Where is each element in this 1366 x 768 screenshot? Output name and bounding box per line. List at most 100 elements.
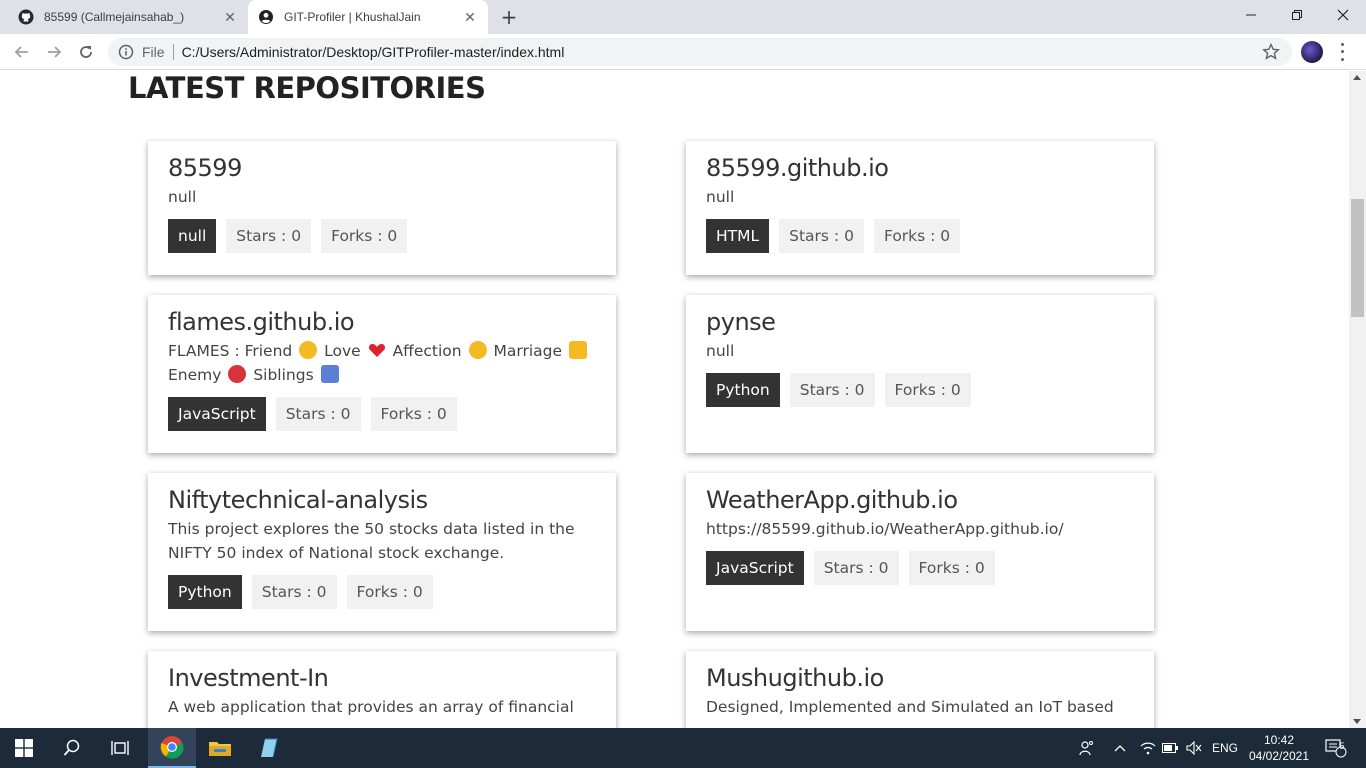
volume-muted-icon[interactable] bbox=[1186, 728, 1204, 768]
task-view-button[interactable] bbox=[96, 728, 144, 768]
page-scrollbar[interactable] bbox=[1349, 71, 1366, 728]
forward-button[interactable] bbox=[42, 40, 66, 64]
tab-github-profile[interactable]: 85599 (Callmejainsahab_) ✕ bbox=[8, 0, 248, 34]
repo-tags: HTML Stars : 0 Forks : 0 bbox=[706, 219, 1134, 253]
browser-menu-icon[interactable] bbox=[1338, 41, 1346, 63]
repo-name[interactable]: pynse bbox=[706, 307, 1134, 337]
scroll-down-icon[interactable] bbox=[1353, 719, 1361, 724]
repo-tags: JavaScript Stars : 0 Forks : 0 bbox=[706, 551, 1134, 585]
arrow-left-icon bbox=[14, 46, 28, 58]
search-icon bbox=[63, 739, 80, 756]
wifi-icon bbox=[1140, 742, 1156, 755]
back-button[interactable] bbox=[10, 40, 34, 64]
search-button[interactable] bbox=[48, 728, 96, 768]
folder-icon bbox=[209, 742, 231, 756]
forks-badge: Forks : 0 bbox=[884, 373, 971, 407]
repo-card[interactable]: Mushugithub.io Designed, Implemented and… bbox=[686, 651, 1154, 728]
url-text[interactable]: C:/Users/Administrator/Desktop/GITProfil… bbox=[182, 44, 565, 60]
scroll-up-icon[interactable] bbox=[1353, 75, 1361, 80]
language-badge: Python bbox=[168, 575, 242, 609]
reload-button[interactable] bbox=[74, 40, 98, 64]
desc-friend: FLAMES : Friend bbox=[168, 342, 293, 360]
family-emoji-icon bbox=[320, 365, 339, 383]
minimize-icon bbox=[1246, 14, 1256, 16]
repo-card[interactable]: Investment-In A web application that pro… bbox=[148, 651, 616, 728]
repo-card[interactable]: WeatherApp.github.io https://85599.githu… bbox=[686, 473, 1154, 631]
repo-tags: Python Stars : 0 Forks : 0 bbox=[706, 373, 1134, 407]
repo-card[interactable]: flames.github.io FLAMES : Friend Love Af… bbox=[148, 295, 616, 453]
chevron-up-icon bbox=[1114, 745, 1126, 752]
input-language[interactable]: ENG bbox=[1212, 728, 1240, 768]
separator bbox=[172, 44, 174, 60]
notepad-icon bbox=[261, 738, 278, 758]
repo-tags: Python Stars : 0 Forks : 0 bbox=[168, 575, 596, 609]
repo-description: A web application that provides an array… bbox=[168, 698, 574, 716]
repo-description: This project explores the 50 stocks data… bbox=[168, 520, 575, 562]
close-icon bbox=[1337, 9, 1349, 21]
address-bar[interactable]: File C:/Users/Administrator/Desktop/GITP… bbox=[108, 38, 1292, 66]
kissing-face-emoji-icon bbox=[468, 341, 487, 359]
tab-title: GIT-Profiler | KhushalJain bbox=[284, 10, 421, 24]
task-view-icon bbox=[111, 741, 129, 755]
close-window-button[interactable] bbox=[1320, 0, 1366, 30]
browser-toolbar: File C:/Users/Administrator/Desktop/GITP… bbox=[0, 34, 1366, 70]
minimize-button[interactable] bbox=[1228, 0, 1274, 30]
restore-icon bbox=[1292, 10, 1302, 20]
chrome-icon bbox=[160, 736, 184, 759]
repo-name[interactable]: flames.github.io bbox=[168, 307, 596, 337]
taskbar-file-explorer[interactable] bbox=[196, 728, 244, 768]
action-center-button[interactable]: 5 bbox=[1322, 728, 1350, 768]
stars-badge: Stars : 0 bbox=[779, 219, 864, 253]
language-badge: null bbox=[168, 219, 217, 253]
repo-name[interactable]: Niftytechnical-analysis bbox=[168, 485, 596, 515]
repo-tags: JavaScript Stars : 0 Forks : 0 bbox=[168, 397, 596, 431]
language-badge: JavaScript bbox=[706, 551, 804, 585]
network-icon[interactable] bbox=[1140, 728, 1158, 768]
windows-taskbar: ENG 10:42 04/02/2021 5 bbox=[0, 728, 1366, 768]
forks-badge: Forks : 0 bbox=[346, 575, 433, 609]
close-tab-icon[interactable]: ✕ bbox=[222, 9, 238, 25]
tab-git-profiler[interactable]: GIT-Profiler | KhushalJain ✕ bbox=[248, 0, 488, 34]
repo-card[interactable]: pynse null Python Stars : 0 Forks : 0 bbox=[686, 295, 1154, 453]
start-button[interactable] bbox=[0, 728, 48, 768]
show-hidden-icons-icon[interactable] bbox=[1114, 728, 1130, 768]
repo-name[interactable]: 85599.github.io bbox=[706, 153, 1134, 183]
repo-description: null bbox=[168, 188, 197, 206]
taskbar-chrome[interactable] bbox=[148, 728, 196, 768]
close-tab-icon[interactable]: ✕ bbox=[462, 9, 478, 25]
taskbar-notepad[interactable] bbox=[244, 728, 292, 768]
battery-glyph-icon bbox=[1162, 743, 1178, 753]
forks-badge: Forks : 0 bbox=[873, 219, 961, 253]
profile-avatar[interactable] bbox=[1301, 41, 1323, 63]
stars-badge: Stars : 0 bbox=[275, 397, 361, 431]
stars-badge: Stars : 0 bbox=[226, 219, 312, 253]
battery-icon[interactable] bbox=[1162, 728, 1180, 768]
repo-name[interactable]: Investment-In bbox=[168, 663, 596, 693]
restore-button[interactable] bbox=[1274, 0, 1320, 30]
repo-card[interactable]: 85599.github.io null HTML Stars : 0 Fork… bbox=[686, 141, 1154, 275]
tab-title: 85599 (Callmejainsahab_) bbox=[44, 10, 185, 24]
speaker-mute-icon bbox=[1186, 741, 1202, 755]
new-tab-button[interactable]: + bbox=[498, 6, 520, 28]
language-badge: JavaScript bbox=[168, 397, 266, 431]
forks-badge: Forks : 0 bbox=[370, 397, 457, 431]
github-icon bbox=[18, 9, 34, 25]
account-icon bbox=[259, 10, 273, 24]
windows-logo-icon bbox=[15, 739, 33, 757]
repo-card[interactable]: 85599 null null Stars : 0 Forks : 0 bbox=[148, 141, 616, 275]
people-icon[interactable] bbox=[1078, 728, 1098, 768]
repo-name[interactable]: 85599 bbox=[168, 153, 596, 183]
repo-name[interactable]: WeatherApp.github.io bbox=[706, 485, 1134, 515]
repo-description: https://85599.github.io/WeatherApp.githu… bbox=[706, 520, 1064, 538]
bookmark-star-icon[interactable] bbox=[1262, 43, 1280, 61]
info-icon[interactable] bbox=[118, 44, 134, 60]
forks-badge: Forks : 0 bbox=[908, 551, 995, 585]
repo-card[interactable]: Niftytechnical-analysis This project exp… bbox=[148, 473, 616, 631]
scroll-thumb[interactable] bbox=[1351, 199, 1364, 317]
repo-name[interactable]: Mushugithub.io bbox=[706, 663, 1134, 693]
forks-badge: Forks : 0 bbox=[321, 219, 408, 253]
stars-badge: Stars : 0 bbox=[789, 373, 875, 407]
system-clock[interactable]: 10:42 04/02/2021 bbox=[1248, 732, 1310, 764]
repo-description: null bbox=[706, 188, 735, 206]
language-badge: Python bbox=[706, 373, 780, 407]
